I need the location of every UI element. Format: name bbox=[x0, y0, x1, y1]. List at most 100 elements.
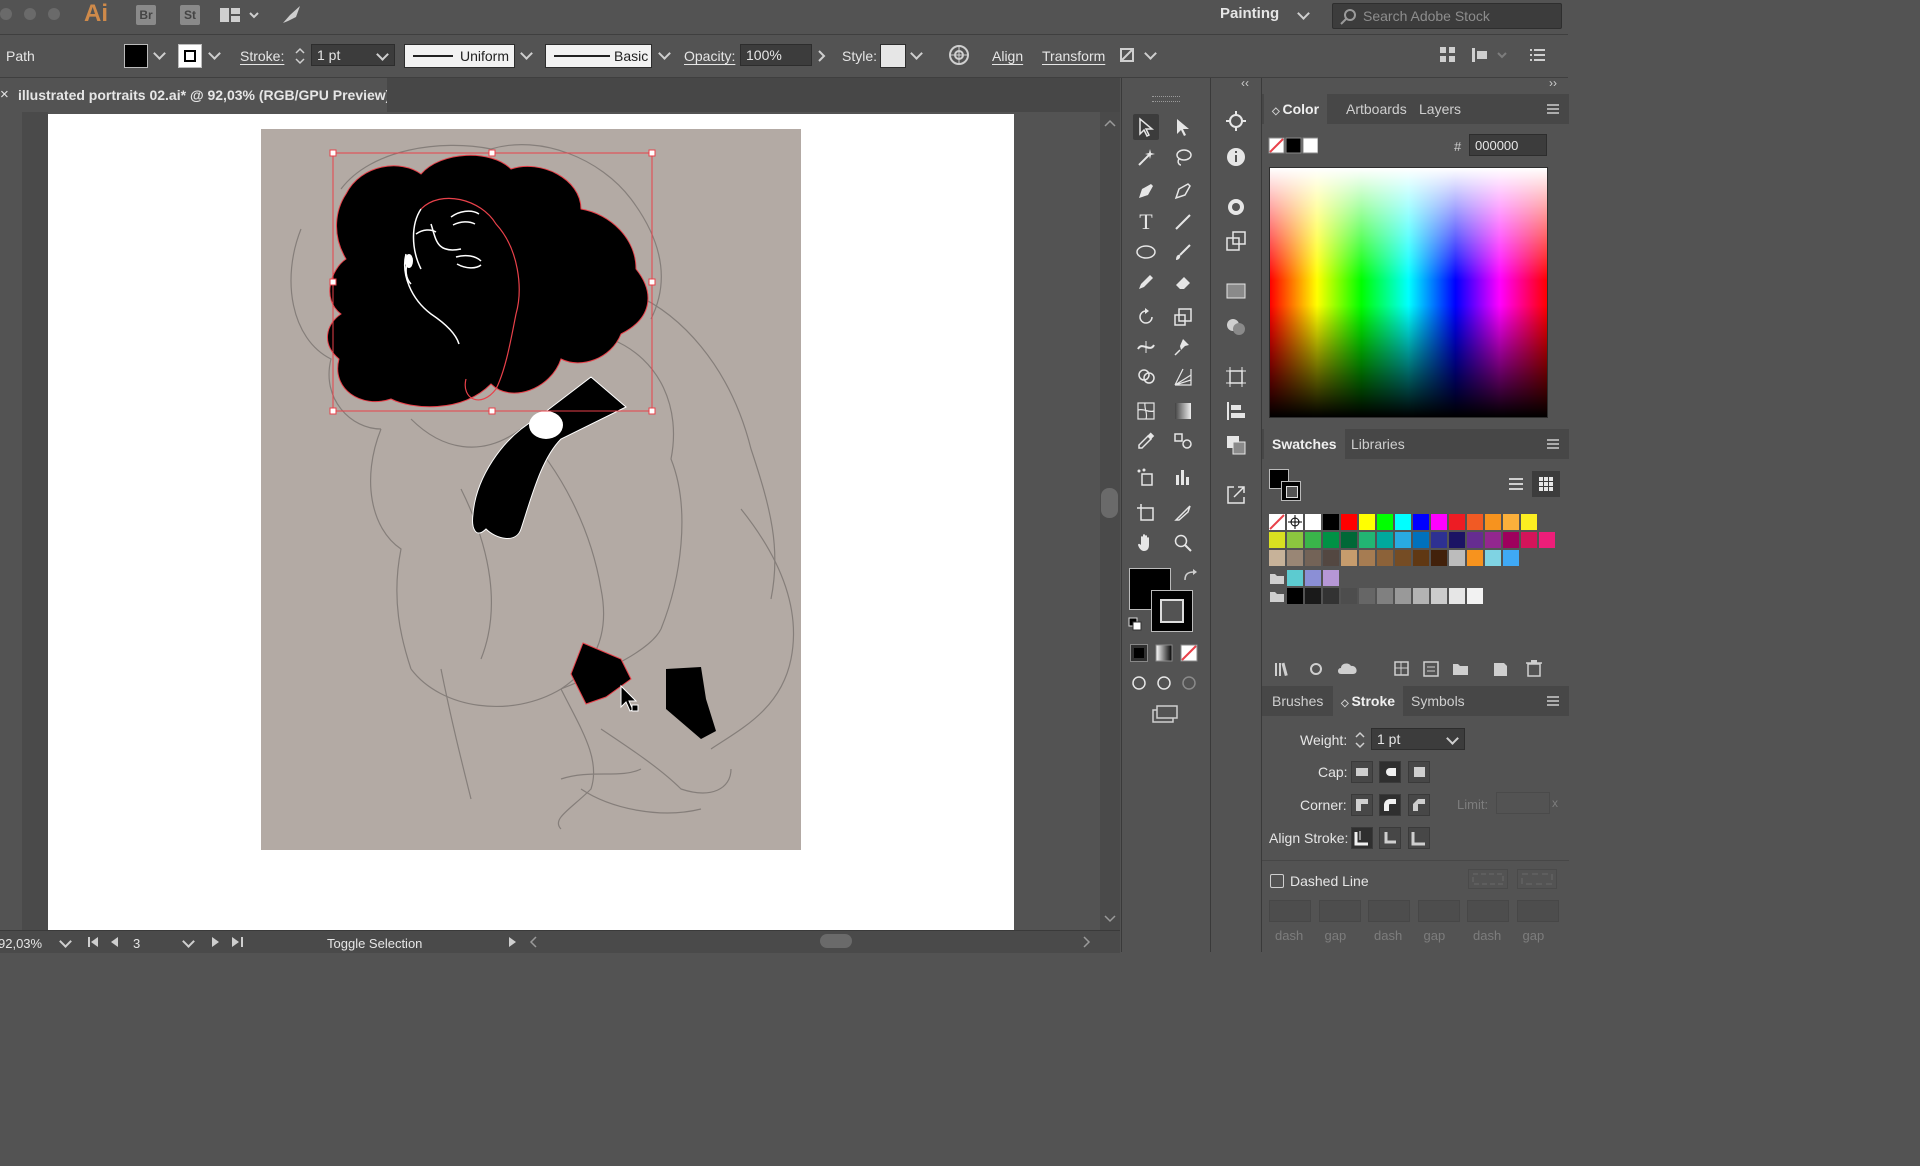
gradient-mode-button[interactable] bbox=[1155, 644, 1173, 662]
color-swatch[interactable] bbox=[1287, 532, 1303, 548]
info-icon[interactable] bbox=[1225, 146, 1247, 168]
color-swatch[interactable] bbox=[1287, 550, 1303, 566]
tab-stroke[interactable]: ◇ Stroke bbox=[1333, 686, 1404, 716]
color-swatch[interactable] bbox=[1305, 550, 1321, 566]
transform-panel-link[interactable]: Transform bbox=[1042, 48, 1105, 64]
color-swatch[interactable] bbox=[1467, 588, 1483, 604]
rotate-tool[interactable] bbox=[1133, 304, 1159, 330]
opacity-field[interactable]: 100% bbox=[740, 44, 812, 66]
transparency-icon[interactable] bbox=[1225, 196, 1247, 218]
stroke-panel-link[interactable]: Stroke: bbox=[240, 48, 284, 64]
color-swatch[interactable] bbox=[1413, 588, 1429, 604]
color-swatch[interactable] bbox=[1539, 532, 1555, 548]
list-view-button[interactable] bbox=[1503, 472, 1529, 496]
color-swatch[interactable] bbox=[1395, 532, 1411, 548]
curvature-tool[interactable] bbox=[1170, 178, 1196, 204]
minimize-window-icon[interactable] bbox=[24, 8, 36, 20]
show-swatch-kinds-icon[interactable] bbox=[1307, 660, 1325, 678]
color-swatch[interactable] bbox=[1413, 532, 1429, 548]
color-swatch[interactable] bbox=[1485, 550, 1501, 566]
color-swatch[interactable] bbox=[1323, 588, 1339, 604]
color-swatch[interactable] bbox=[1503, 550, 1519, 566]
color-swatch[interactable] bbox=[1449, 588, 1465, 604]
tab-brushes[interactable]: Brushes bbox=[1264, 686, 1331, 716]
swatch-libraries-icon[interactable] bbox=[1273, 660, 1295, 678]
shape-builder-tool[interactable] bbox=[1133, 364, 1159, 390]
color-swatch[interactable] bbox=[1341, 550, 1357, 566]
color-swatch[interactable] bbox=[1413, 550, 1429, 566]
align-center-button[interactable] bbox=[1351, 827, 1373, 849]
arrange-documents-button[interactable] bbox=[220, 5, 260, 25]
direct-selection-tool[interactable] bbox=[1170, 114, 1196, 140]
artwork[interactable] bbox=[261, 129, 801, 850]
thumbnail-view-button[interactable] bbox=[1532, 471, 1560, 497]
color-swatch[interactable] bbox=[1287, 570, 1303, 586]
scroll-up-icon[interactable] bbox=[1103, 118, 1117, 128]
panel-grip[interactable] bbox=[1152, 96, 1180, 102]
slice-tool[interactable] bbox=[1170, 500, 1196, 526]
color-swatch[interactable] bbox=[1485, 514, 1501, 530]
arrange-button[interactable] bbox=[1440, 47, 1456, 63]
transform-panel-icon[interactable] bbox=[1225, 230, 1247, 252]
ellipse-tool[interactable] bbox=[1133, 239, 1159, 265]
chevron-down-icon[interactable] bbox=[1144, 47, 1157, 60]
color-swatch[interactable] bbox=[1503, 532, 1519, 548]
selection-tool[interactable] bbox=[1133, 114, 1159, 140]
scroll-down-icon[interactable] bbox=[1103, 914, 1117, 924]
vertical-scrollbar[interactable] bbox=[1100, 112, 1120, 930]
line-segment-tool[interactable] bbox=[1170, 209, 1196, 235]
color-swatch[interactable] bbox=[1431, 514, 1447, 530]
zoom-level[interactable]: 92,03% bbox=[0, 936, 42, 951]
artboard-number[interactable]: 3 bbox=[133, 936, 140, 951]
tab-layers[interactable]: Layers bbox=[1411, 94, 1469, 124]
align-panel-icon[interactable] bbox=[1225, 400, 1247, 422]
color-swatch[interactable] bbox=[1359, 588, 1375, 604]
panel-menu-icon[interactable] bbox=[1546, 695, 1560, 707]
fill-color-swatch[interactable] bbox=[124, 44, 148, 68]
tab-artboards[interactable]: Artboards bbox=[1338, 94, 1415, 124]
align-outside-button[interactable] bbox=[1408, 827, 1430, 849]
color-swatch[interactable] bbox=[1431, 532, 1447, 548]
drawing-modes-icons[interactable] bbox=[1130, 674, 1200, 692]
pathfinder-icon[interactable] bbox=[1225, 316, 1247, 338]
workspace-switcher[interactable]: Painting bbox=[1205, 0, 1323, 34]
hex-input[interactable]: 000000 bbox=[1469, 134, 1547, 156]
color-swatch[interactable] bbox=[1467, 532, 1483, 548]
layers-panel-icon[interactable] bbox=[1225, 434, 1247, 456]
color-swatch[interactable] bbox=[1395, 588, 1411, 604]
column-graph-tool[interactable] bbox=[1170, 464, 1196, 490]
tab-swatches[interactable]: Swatches bbox=[1264, 429, 1345, 459]
stroke-weight-field[interactable]: 1 pt bbox=[311, 44, 395, 66]
color-swatch[interactable] bbox=[1521, 532, 1537, 548]
document-tab[interactable]: × illustrated portraits 02.ai* @ 92,03% … bbox=[0, 78, 390, 112]
color-swatch[interactable] bbox=[1431, 588, 1447, 604]
color-swatch[interactable] bbox=[1467, 514, 1483, 530]
tab-libraries[interactable]: Libraries bbox=[1343, 429, 1413, 459]
color-swatch[interactable] bbox=[1377, 588, 1393, 604]
hand-tool[interactable] bbox=[1133, 530, 1159, 556]
stock-button[interactable]: St bbox=[180, 5, 200, 25]
color-swatch[interactable] bbox=[1359, 532, 1375, 548]
stroke-color-swatch[interactable] bbox=[178, 44, 202, 68]
color-swatch[interactable] bbox=[1467, 550, 1483, 566]
chevron-down-icon[interactable] bbox=[59, 935, 72, 948]
maximize-window-icon[interactable] bbox=[48, 8, 60, 20]
stock-search-field[interactable]: Search Adobe Stock bbox=[1332, 3, 1562, 29]
vertical-scroll-thumb[interactable] bbox=[1101, 488, 1118, 518]
color-swatch[interactable] bbox=[1323, 532, 1339, 548]
projecting-cap-button[interactable] bbox=[1408, 761, 1430, 783]
chevron-down-icon[interactable] bbox=[182, 935, 195, 948]
align-inside-button[interactable] bbox=[1379, 827, 1401, 849]
weight-stepper-icon[interactable] bbox=[1352, 728, 1368, 752]
zoom-tool[interactable] bbox=[1170, 530, 1196, 556]
swatches-stroke-indicator[interactable] bbox=[1281, 481, 1301, 501]
color-swatch[interactable] bbox=[1305, 532, 1321, 548]
color-swatch[interactable] bbox=[1341, 532, 1357, 548]
chevron-down-icon[interactable] bbox=[208, 47, 221, 60]
color-swatch[interactable] bbox=[1269, 532, 1285, 548]
panel-menu-button[interactable] bbox=[1530, 47, 1546, 63]
color-swatch[interactable] bbox=[1395, 514, 1411, 530]
opacity-panel-link[interactable]: Opacity: bbox=[684, 48, 735, 64]
color-swatch[interactable] bbox=[1305, 588, 1321, 604]
miter-join-button[interactable] bbox=[1351, 794, 1373, 816]
